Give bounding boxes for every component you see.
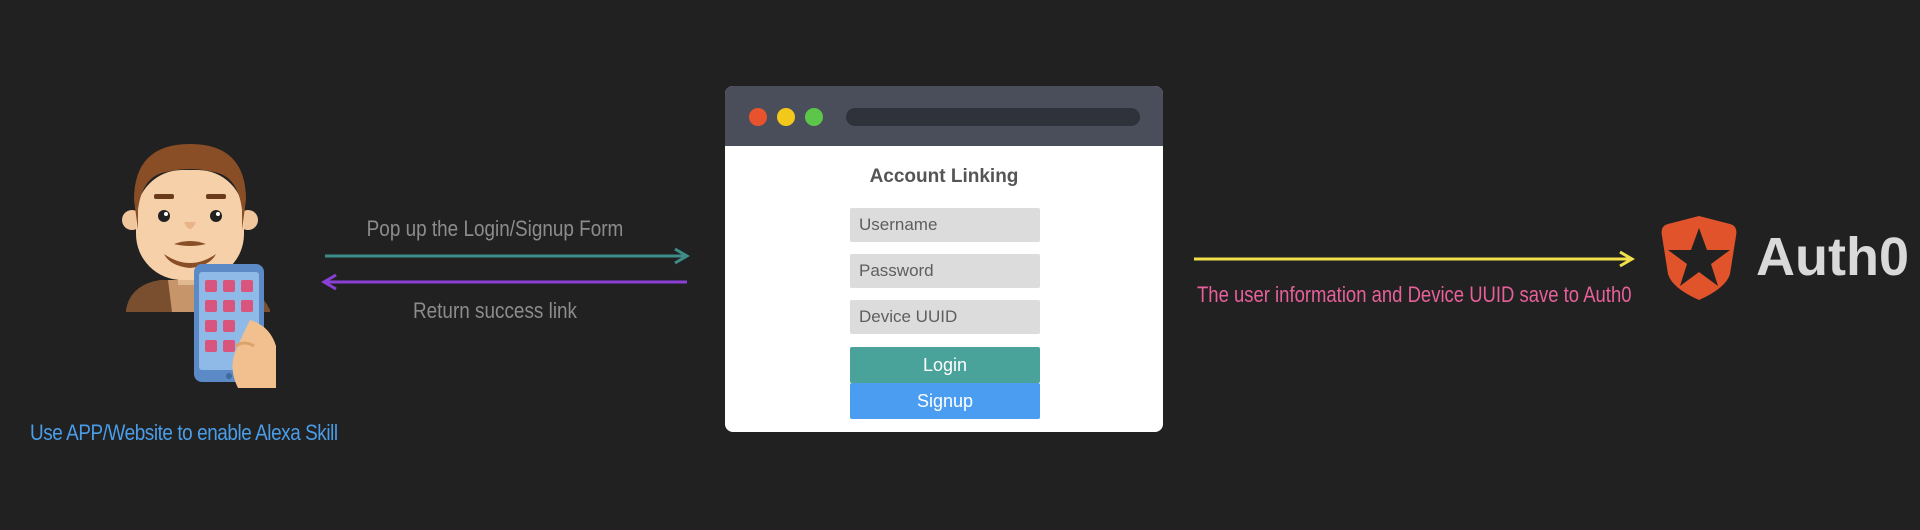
response-label: Return success link xyxy=(412,298,578,323)
save-caption: The user information and Device UUID sav… xyxy=(1197,282,1632,307)
form-title: Account Linking xyxy=(869,166,1019,187)
request-arrow xyxy=(325,247,690,265)
auth0-name: Auth0 xyxy=(1756,227,1909,287)
device-uuid-field[interactable]: Device UUID xyxy=(850,300,1040,334)
minimize-dot-icon[interactable] xyxy=(777,108,795,126)
close-dot-icon[interactable] xyxy=(749,108,767,126)
signup-button[interactable]: Signup xyxy=(850,383,1040,419)
password-field[interactable]: Password xyxy=(850,254,1040,288)
browser-title-bar xyxy=(725,86,1163,146)
save-arrow xyxy=(1194,250,1635,268)
username-field[interactable]: Username xyxy=(850,208,1040,242)
response-arrow xyxy=(321,273,687,291)
login-button[interactable]: Login xyxy=(850,347,1040,383)
login-form-window: Account Linking Username Password Device… xyxy=(725,86,1163,432)
maximize-dot-icon[interactable] xyxy=(805,108,823,126)
address-bar[interactable] xyxy=(846,108,1140,126)
request-label: Pop up the Login/Signup Form xyxy=(366,216,624,241)
auth0-shield-star-icon xyxy=(1661,216,1737,300)
diagram-canvas: Use APP/Website to enable Alexa Skill Po… xyxy=(0,0,1920,530)
